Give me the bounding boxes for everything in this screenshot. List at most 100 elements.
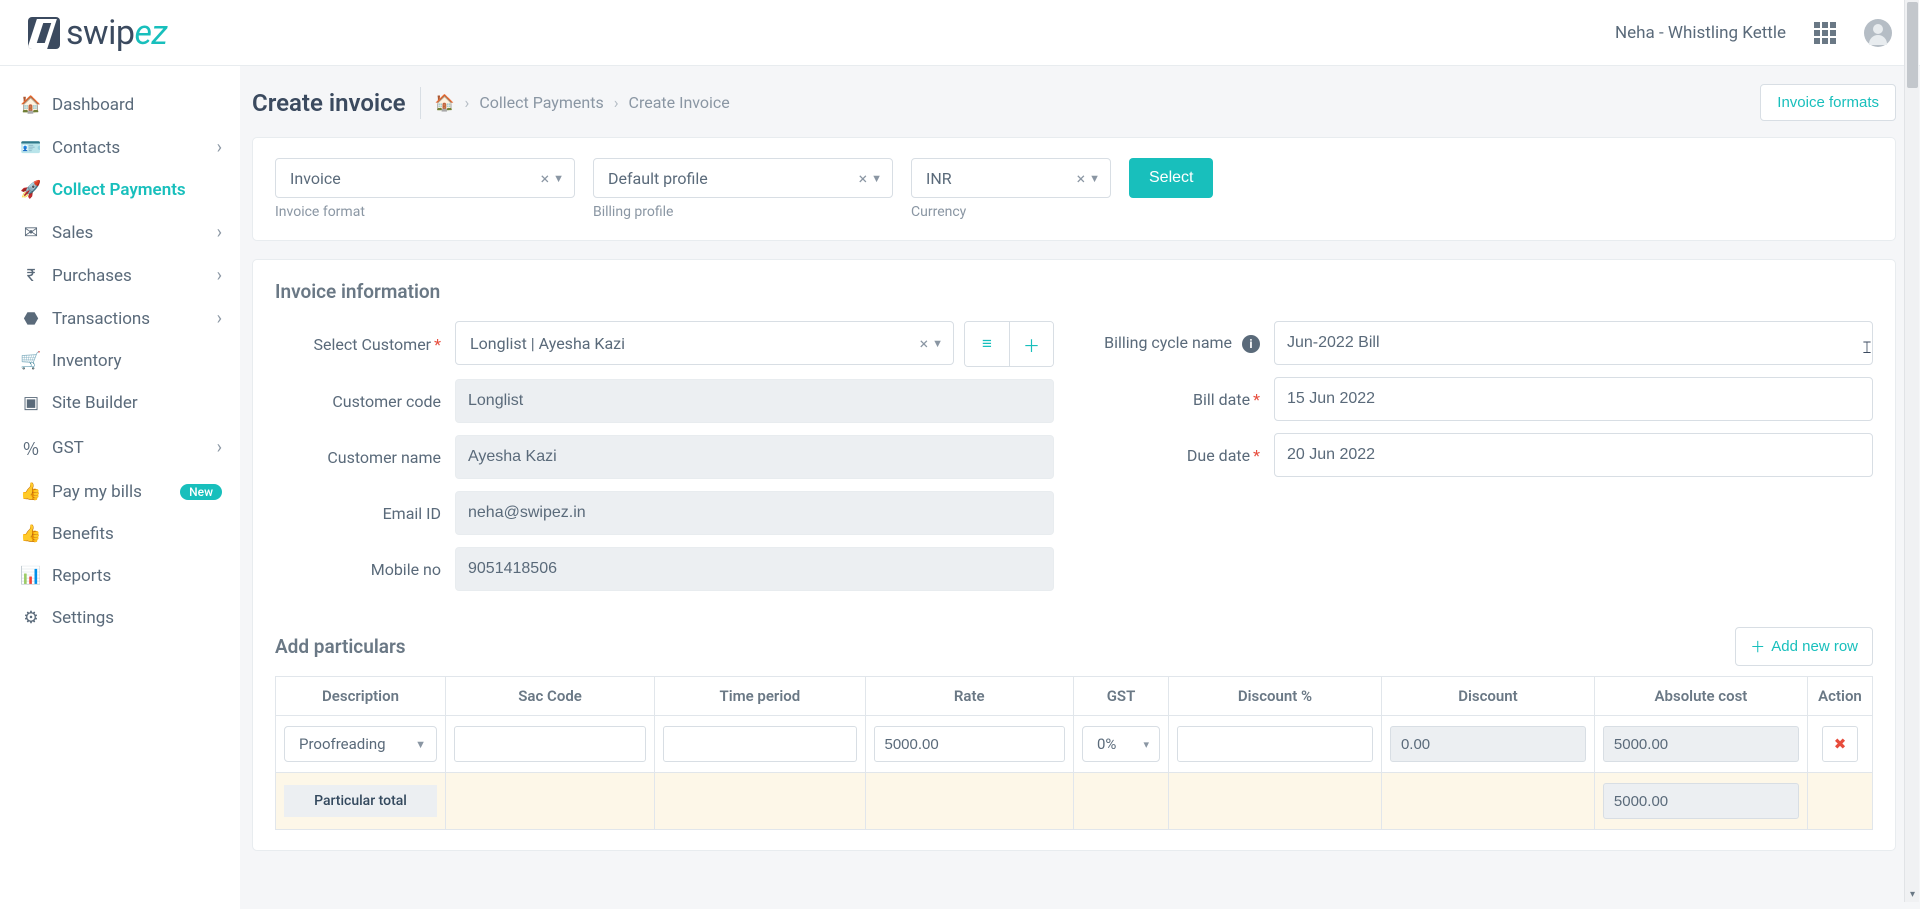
chevron-down-icon[interactable]: ▼ bbox=[415, 738, 426, 751]
sidebar-item-label: Benefits bbox=[52, 524, 114, 544]
sidebar-item-gst[interactable]: ％ GST › bbox=[0, 424, 240, 471]
sidebar-item-label: Transactions bbox=[52, 309, 150, 329]
sidebar-item-label: Dashboard bbox=[52, 95, 134, 115]
home-icon[interactable]: 🏠 bbox=[435, 93, 455, 112]
bill-date-input[interactable] bbox=[1274, 377, 1873, 421]
chevron-down-icon[interactable]: ▼ bbox=[932, 337, 943, 350]
description-select[interactable]: Proofreading ▼ bbox=[284, 726, 437, 762]
total-absolute bbox=[1603, 783, 1799, 819]
sidebar-item-purchases[interactable]: ₹ Purchases › bbox=[0, 254, 240, 297]
clear-icon[interactable]: × bbox=[920, 334, 929, 353]
col-discount: Discount bbox=[1381, 677, 1594, 716]
invoice-formats-button[interactable]: Invoice formats bbox=[1760, 84, 1896, 121]
sidebar-item-label: Inventory bbox=[52, 351, 122, 371]
breadcrumb-sep: › bbox=[614, 93, 619, 112]
absolute-input bbox=[1603, 726, 1799, 762]
user-name[interactable]: Neha - Whistling Kettle bbox=[1615, 23, 1786, 43]
scrollbar[interactable]: ▴ ▾ bbox=[1904, 0, 1919, 902]
new-badge: New bbox=[180, 484, 222, 500]
select-sublabel: Currency bbox=[911, 204, 1111, 220]
sidebar-item-label: Purchases bbox=[52, 266, 132, 286]
logo[interactable]: swipez bbox=[28, 13, 167, 53]
topbar: swipez Neha - Whistling Kettle bbox=[0, 0, 1920, 66]
sidebar-item-site-builder[interactable]: ▣Site Builder bbox=[0, 382, 240, 424]
sidebar-item-sales[interactable]: ✉Sales› bbox=[0, 211, 240, 254]
label-mobile: Mobile no bbox=[275, 560, 455, 579]
due-date-input[interactable] bbox=[1274, 433, 1873, 477]
col-time: Time period bbox=[655, 677, 865, 716]
label-customer-code: Customer code bbox=[275, 392, 455, 411]
section-title: Add particulars bbox=[275, 635, 406, 658]
customer-code-input bbox=[455, 379, 1054, 423]
scroll-down-icon[interactable]: ▾ bbox=[1905, 887, 1920, 902]
sidebar-item-pay-my-bills[interactable]: 👍Pay my billsNew bbox=[0, 471, 240, 513]
rate-input[interactable] bbox=[874, 726, 1066, 762]
time-input[interactable] bbox=[663, 726, 856, 762]
delete-row-button[interactable]: ✖ bbox=[1822, 726, 1858, 762]
clear-icon[interactable]: × bbox=[1077, 169, 1086, 188]
text-cursor-icon: 𝙸 bbox=[1861, 338, 1873, 358]
chevron-down-icon[interactable]: ▼ bbox=[871, 172, 882, 185]
contact-icon: 🪪 bbox=[18, 138, 44, 158]
clear-icon[interactable]: × bbox=[859, 169, 868, 188]
chevron-down-icon[interactable]: ▼ bbox=[1089, 172, 1100, 185]
sidebar-item-label: Sales bbox=[52, 223, 93, 243]
label-bill-date: Bill date* bbox=[1094, 390, 1274, 409]
invoice-info-card: 𝙸 Invoice information Select Customer* L… bbox=[252, 259, 1896, 851]
billing-profile-select[interactable]: Default profile ×▼ bbox=[593, 158, 893, 198]
sidebar-item-contacts[interactable]: 🪪Contacts› bbox=[0, 126, 240, 169]
section-title: Invoice information bbox=[275, 280, 1873, 303]
label-email: Email ID bbox=[275, 504, 455, 523]
sidebar-item-label: Reports bbox=[52, 566, 111, 586]
breadcrumb-l1[interactable]: Collect Payments bbox=[479, 93, 603, 112]
discount-pct-input[interactable] bbox=[1177, 726, 1373, 762]
sidebar-item-collect-payments[interactable]: 🚀 Collect Payments bbox=[0, 169, 240, 211]
add-row-button[interactable]: ＋Add new row bbox=[1735, 627, 1873, 666]
chevron-down-icon[interactable]: ▼ bbox=[553, 172, 564, 185]
wallet-icon: ⬣ bbox=[18, 309, 44, 329]
chevron-right-icon: › bbox=[217, 437, 222, 458]
invoice-format-select[interactable]: Invoice ×▼ bbox=[275, 158, 575, 198]
percent-icon: ％ bbox=[18, 435, 44, 460]
rupee-icon: ₹ bbox=[18, 266, 44, 286]
scroll-thumb[interactable] bbox=[1907, 2, 1918, 88]
total-row: Particular total bbox=[276, 773, 1873, 830]
sac-input[interactable] bbox=[454, 726, 646, 762]
billing-cycle-input[interactable] bbox=[1274, 321, 1873, 365]
apps-grid-icon[interactable] bbox=[1814, 22, 1836, 44]
currency-select[interactable]: INR ×▼ bbox=[911, 158, 1111, 198]
select-value: INR bbox=[926, 169, 952, 188]
sidebar-item-transactions[interactable]: ⬣Transactions› bbox=[0, 297, 240, 340]
sidebar-item-settings[interactable]: ⚙Settings bbox=[0, 597, 240, 639]
clear-icon[interactable]: × bbox=[541, 169, 550, 188]
sidebar-item-dashboard[interactable]: 🏠Dashboard bbox=[0, 84, 240, 126]
avatar-icon[interactable] bbox=[1864, 19, 1892, 47]
divider bbox=[420, 87, 421, 119]
gst-select[interactable]: 0% ▾ bbox=[1082, 726, 1160, 762]
rocket-icon: 🚀 bbox=[18, 180, 44, 200]
main-content: Create invoice 🏠 › Collect Payments › Cr… bbox=[240, 66, 1920, 909]
customer-select[interactable]: Longlist | Ayesha Kazi ×▼ bbox=[455, 321, 954, 365]
sidebar-item-label: Site Builder bbox=[52, 393, 138, 413]
email-input bbox=[455, 491, 1054, 535]
add-customer-button[interactable]: ＋ bbox=[1009, 322, 1053, 366]
sidebar-item-reports[interactable]: 📊 Reports bbox=[0, 555, 240, 597]
breadcrumb-l2[interactable]: Create Invoice bbox=[629, 93, 730, 112]
col-description: Description bbox=[276, 677, 446, 716]
sidebar-item-label: Contacts bbox=[52, 138, 120, 158]
list-icon-button[interactable]: ≡ bbox=[965, 322, 1009, 366]
sidebar-item-benefits[interactable]: 👍Benefits bbox=[0, 513, 240, 555]
chevron-right-icon: › bbox=[217, 265, 222, 286]
sidebar-item-label: Collect Payments bbox=[52, 180, 186, 200]
select-sublabel: Invoice format bbox=[275, 204, 575, 220]
sidebar-item-label: Pay my bills bbox=[52, 482, 142, 502]
logo-mark-icon bbox=[28, 17, 60, 49]
page-title: Create invoice bbox=[252, 89, 406, 117]
sidebar-item-inventory[interactable]: 🛒Inventory bbox=[0, 340, 240, 382]
chevron-down-icon[interactable]: ▾ bbox=[1143, 738, 1149, 751]
sidebar-item-label: GST bbox=[52, 438, 84, 458]
chart-icon: 📊 bbox=[18, 566, 44, 586]
select-button[interactable]: Select bbox=[1129, 158, 1213, 198]
select-sublabel: Billing profile bbox=[593, 204, 893, 220]
info-icon[interactable]: i bbox=[1242, 335, 1260, 353]
